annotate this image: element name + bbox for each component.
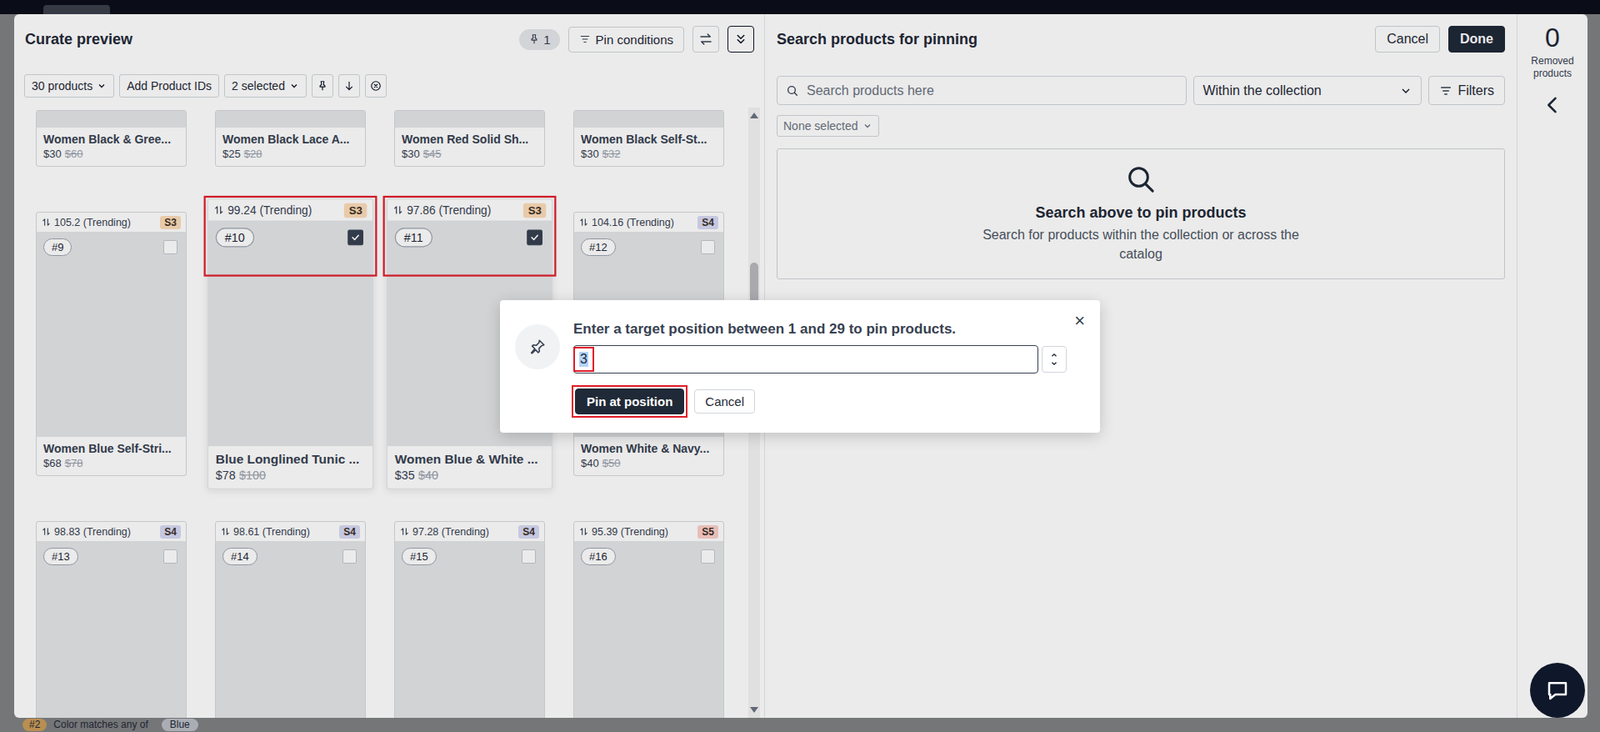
pin-icon <box>528 337 547 356</box>
dialog-icon-circle <box>515 324 560 370</box>
dialog-message: Enter a target position between 1 and 29… <box>573 320 1067 339</box>
pin-position-dialog: Enter a target position between 1 and 29… <box>500 300 1100 433</box>
chevron-up-icon[interactable] <box>1050 350 1059 360</box>
input-value: 3 <box>579 351 589 367</box>
input-value-box: 3 <box>575 349 592 370</box>
dialog-overlay: Enter a target position between 1 and 29… <box>0 0 1600 732</box>
dialog-close-button[interactable]: × <box>1070 310 1089 332</box>
confirm-annotation: Pin at position <box>573 386 686 416</box>
screen: Curate preview1Pin conditions30 products… <box>0 0 1600 732</box>
position-input[interactable]: 3 <box>573 345 1039 374</box>
dialog-content: Enter a target position between 1 and 29… <box>573 320 1067 416</box>
pin-at-position-button[interactable]: Pin at position <box>575 388 685 415</box>
dialog-buttons: Pin at position Cancel <box>573 386 1067 416</box>
chat-icon <box>1545 677 1570 703</box>
position-spinner[interactable] <box>1041 345 1067 373</box>
position-input-row: 3 <box>573 345 1067 374</box>
chat-launcher[interactable] <box>1530 662 1585 718</box>
dialog-cancel-button[interactable]: Cancel <box>694 389 755 414</box>
chevron-down-icon[interactable] <box>1050 359 1059 368</box>
